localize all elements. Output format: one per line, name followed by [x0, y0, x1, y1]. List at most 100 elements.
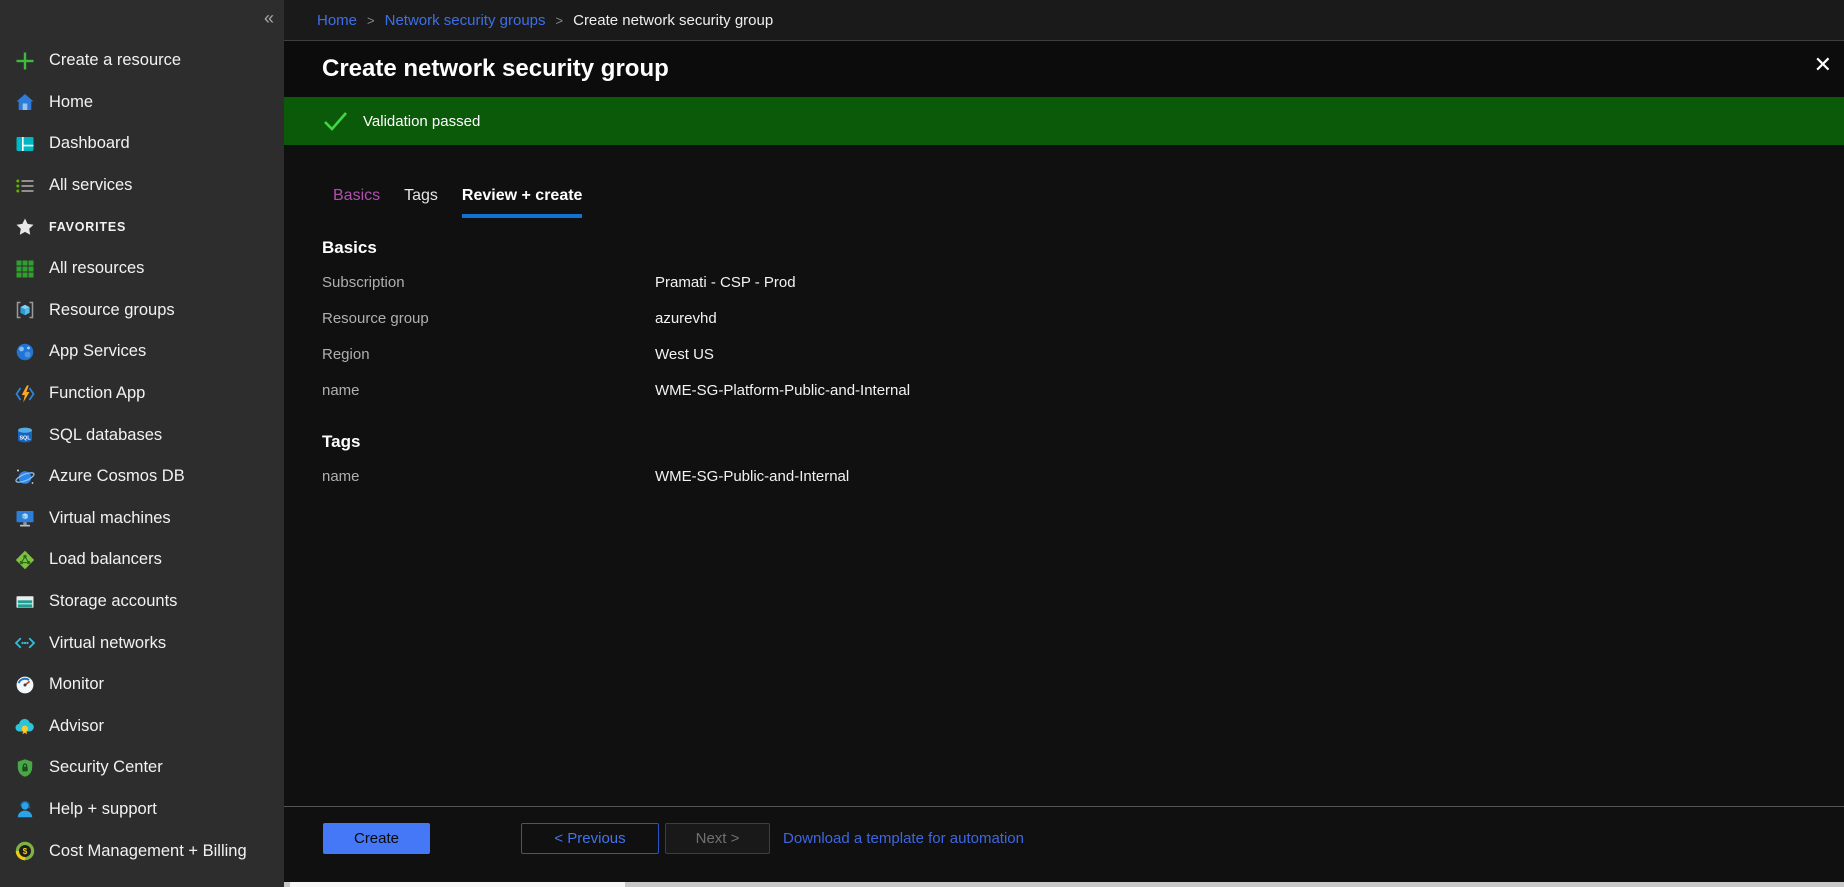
tab-bar: Basics Tags Review + create [284, 145, 1844, 218]
gauge-icon [14, 674, 36, 696]
horizontal-scrollbar-thumb[interactable] [290, 882, 625, 887]
tab-tags[interactable]: Tags [404, 187, 438, 218]
row-label: Subscription [322, 274, 655, 291]
validation-message: Validation passed [363, 113, 480, 130]
dashboard-icon [14, 133, 36, 155]
review-row-tag-name: name WME-SG-Public-and-Internal [322, 458, 1844, 494]
review-row-resource-group: Resource group azurevhd [322, 300, 1844, 336]
sidebar-item-azure-cosmos-db[interactable]: Azure Cosmos DB [0, 456, 284, 498]
sidebar-item-resource-groups[interactable]: Resource groups [0, 290, 284, 332]
sidebar: « Create a resource Home Dashboard [0, 0, 284, 887]
sidebar-collapse-button[interactable]: « [264, 8, 274, 29]
chevron-right-icon: > [367, 12, 375, 28]
sidebar-item-monitor[interactable]: Monitor [0, 664, 284, 706]
network-brackets-icon [14, 632, 36, 654]
lightning-icon [14, 383, 36, 405]
previous-button[interactable]: < Previous [521, 823, 659, 854]
sidebar-item-label: Virtual networks [49, 634, 166, 653]
section-heading-basics: Basics [322, 238, 1844, 258]
sidebar-item-favorites[interactable]: FAVORITES [0, 206, 284, 248]
sidebar-item-label: Help + support [49, 800, 157, 819]
sidebar-item-all-resources[interactable]: All resources [0, 248, 284, 290]
sidebar-item-label: Home [49, 93, 93, 112]
validation-banner: Validation passed [284, 97, 1844, 145]
grid-icon [14, 258, 36, 280]
sidebar-item-label: Monitor [49, 675, 104, 694]
review-row-region: Region West US [322, 336, 1844, 372]
storage-icon [14, 591, 36, 613]
review-row-name: name WME-SG-Platform-Public-and-Internal [322, 372, 1844, 408]
sidebar-item-label: Advisor [49, 717, 104, 736]
load-balancer-diamond-icon [14, 549, 36, 571]
advisor-cloud-icon [14, 715, 36, 737]
sidebar-item-app-services[interactable]: App Services [0, 331, 284, 373]
sidebar-item-virtual-networks[interactable]: Virtual networks [0, 622, 284, 664]
download-template-link[interactable]: Download a template for automation [783, 823, 1024, 854]
sidebar-item-label: SQL databases [49, 426, 162, 445]
sidebar-item-label: Dashboard [49, 134, 130, 153]
row-label: Region [322, 346, 655, 363]
row-value: WME-SG-Public-and-Internal [655, 468, 849, 485]
sidebar-item-function-app[interactable]: Function App [0, 373, 284, 415]
sidebar-item-label: Function App [49, 384, 145, 403]
review-row-subscription: Subscription Pramati - CSP - Prod [322, 264, 1844, 300]
sidebar-item-load-balancers[interactable]: Load balancers [0, 539, 284, 581]
breadcrumb-network-security-groups-link[interactable]: Network security groups [385, 12, 546, 29]
row-value: azurevhd [655, 310, 717, 327]
tab-basics[interactable]: Basics [333, 187, 380, 218]
sidebar-item-all-services[interactable]: All services [0, 165, 284, 207]
sidebar-item-home[interactable]: Home [0, 82, 284, 124]
row-value: WME-SG-Platform-Public-and-Internal [655, 382, 910, 399]
plus-icon [14, 50, 36, 72]
sidebar-item-label: Security Center [49, 758, 163, 777]
next-button[interactable]: Next > [665, 823, 770, 854]
section-heading-tags: Tags [322, 432, 1844, 452]
sidebar-item-dashboard[interactable]: Dashboard [0, 123, 284, 165]
sidebar-item-sql-databases[interactable]: SQL SQL databases [0, 414, 284, 456]
breadcrumb-home-link[interactable]: Home [317, 12, 357, 29]
row-label: Resource group [322, 310, 655, 327]
main-panel: Home > Network security groups > Create … [284, 0, 1844, 887]
breadcrumb: Home > Network security groups > Create … [284, 0, 1844, 41]
sidebar-item-label: Create a resource [49, 51, 181, 70]
sidebar-item-label: Load balancers [49, 550, 162, 569]
sidebar-item-label: App Services [49, 342, 146, 361]
sidebar-item-security-center[interactable]: Security Center [0, 747, 284, 789]
review-summary: Basics Subscription Pramati - CSP - Prod… [284, 238, 1844, 494]
horizontal-scrollbar-track[interactable] [284, 882, 1844, 887]
svg-text:$: $ [23, 847, 28, 856]
sidebar-item-label: All resources [49, 259, 144, 278]
resource-group-cube-icon [14, 299, 36, 321]
billing-donut-icon: $ [14, 840, 36, 862]
breadcrumb-current-page: Create network security group [573, 12, 773, 29]
sidebar-item-label: Azure Cosmos DB [49, 467, 185, 486]
sidebar-item-label: Virtual machines [49, 509, 171, 528]
create-button[interactable]: Create [323, 823, 430, 854]
svg-text:SQL: SQL [19, 435, 31, 441]
sidebar-item-help-support[interactable]: Help + support [0, 789, 284, 831]
globe-icon [14, 341, 36, 363]
shield-lock-icon [14, 757, 36, 779]
sidebar-item-label: Cost Management + Billing [49, 842, 247, 861]
list-icon [14, 175, 36, 197]
sidebar-item-label: All services [49, 176, 132, 195]
tab-review-create[interactable]: Review + create [462, 187, 583, 218]
checkmark-icon [322, 110, 349, 132]
star-icon [14, 216, 36, 238]
footer-action-bar: Create < Previous Next > Download a temp… [284, 806, 1844, 887]
sidebar-nav: Create a resource Home Dashboard All ser… [0, 0, 284, 872]
database-icon: SQL [14, 424, 36, 446]
help-person-icon [14, 798, 36, 820]
close-icon[interactable]: ✕ [1814, 54, 1832, 76]
title-bar: Create network security group ✕ [284, 41, 1844, 97]
sidebar-item-advisor[interactable]: Advisor [0, 706, 284, 748]
sidebar-item-storage-accounts[interactable]: Storage accounts [0, 581, 284, 623]
vm-monitor-icon [14, 507, 36, 529]
sidebar-item-virtual-machines[interactable]: Virtual machines [0, 498, 284, 540]
sidebar-item-cost-management-billing[interactable]: $ Cost Management + Billing [0, 830, 284, 872]
row-value: Pramati - CSP - Prod [655, 274, 796, 291]
page-title: Create network security group [322, 55, 669, 83]
sidebar-item-label: Resource groups [49, 301, 175, 320]
sidebar-item-create-a-resource[interactable]: Create a resource [0, 40, 284, 82]
content-area: Basics Tags Review + create Basics Subsc… [284, 145, 1844, 806]
